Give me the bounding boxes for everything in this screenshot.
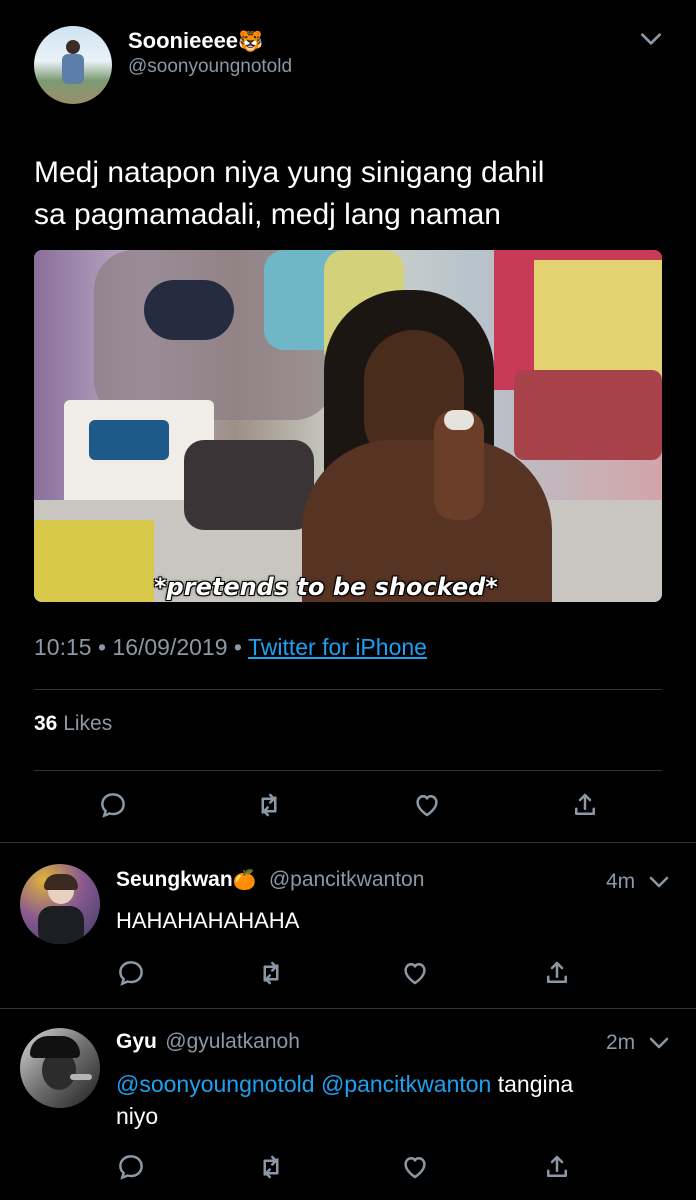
reply-text-rest: tangina: [497, 1071, 574, 1097]
tweet-time: 10:15: [34, 634, 92, 660]
reply-age: 2m: [606, 1031, 636, 1054]
likes-count: 36: [34, 712, 58, 735]
reply-avatar[interactable]: [20, 1028, 100, 1108]
like-icon[interactable]: [410, 788, 444, 822]
mention-link[interactable]: @pancitkwanton: [321, 1071, 491, 1097]
reply-avatar[interactable]: [20, 864, 100, 944]
author-name[interactable]: Soonieeee: [128, 28, 238, 53]
chevron-down-icon[interactable]: [636, 26, 666, 52]
media-caption: *pretends to be shocked*: [154, 573, 498, 601]
like-icon[interactable]: [398, 956, 432, 990]
likes-stat[interactable]: 36 Likes: [34, 712, 112, 736]
tweet-text: Medj natapon niya yung sinigang dahil sa…: [34, 152, 544, 236]
tweet-text-line: sa pagmamadali, medj lang naman: [34, 198, 501, 231]
reply-header: Seungkwan🍊 @pancitkwanton: [116, 868, 424, 892]
divider: [34, 689, 662, 690]
reply-author-name[interactable]: Gyu: [116, 1030, 157, 1053]
share-icon[interactable]: [540, 956, 574, 990]
retweet-icon[interactable]: [252, 788, 286, 822]
reply-author-handle[interactable]: @gyulatkanoh: [165, 1030, 300, 1053]
divider: [0, 842, 696, 843]
tweet-meta: 10:15 • 16/09/2019 • Twitter for iPhone: [34, 634, 427, 661]
meta-separator: •: [97, 634, 107, 660]
reply-author-name[interactable]: Seungkwan: [116, 868, 233, 891]
divider: [0, 1008, 696, 1009]
reply-age: 4m: [606, 870, 636, 893]
tweet-text-line: Medj natapon niya yung sinigang dahil: [34, 156, 545, 189]
like-icon[interactable]: [398, 1150, 432, 1184]
reply-text-line: niyo: [116, 1103, 159, 1129]
retweet-icon[interactable]: [254, 1150, 288, 1184]
reply-author-handle[interactable]: @pancitkwanton: [269, 868, 425, 891]
divider: [34, 770, 662, 771]
chevron-down-icon[interactable]: [646, 1031, 672, 1055]
reply-icon[interactable]: [114, 1150, 148, 1184]
tweet-source-link[interactable]: Twitter for iPhone: [248, 634, 427, 660]
retweet-icon[interactable]: [254, 956, 288, 990]
tiger-emoji-icon: 🐯: [238, 31, 263, 53]
reply-icon[interactable]: [114, 956, 148, 990]
mention-link[interactable]: @soonyoungnotold: [116, 1071, 315, 1097]
reply-header: Gyu @gyulatkanoh: [116, 1030, 300, 1054]
reply-icon[interactable]: [96, 788, 130, 822]
share-icon[interactable]: [540, 1150, 574, 1184]
tweet-media[interactable]: *pretends to be shocked*: [34, 250, 662, 602]
meta-separator: •: [233, 634, 242, 660]
tweet-date: 16/09/2019: [112, 634, 228, 660]
author-avatar[interactable]: [34, 26, 112, 104]
author-name-row[interactable]: Soonieeee🐯: [128, 28, 263, 54]
chevron-down-icon[interactable]: [646, 870, 672, 894]
orange-emoji-icon: 🍊: [232, 870, 257, 891]
author-handle[interactable]: @soonyoungnotold: [128, 56, 292, 78]
likes-label: Likes: [63, 712, 113, 735]
reply-text: @soonyoungnotold @pancitkwanton tangina …: [116, 1068, 676, 1132]
share-icon[interactable]: [568, 788, 602, 822]
reply-text: HAHAHAHAHAHA: [116, 908, 300, 933]
